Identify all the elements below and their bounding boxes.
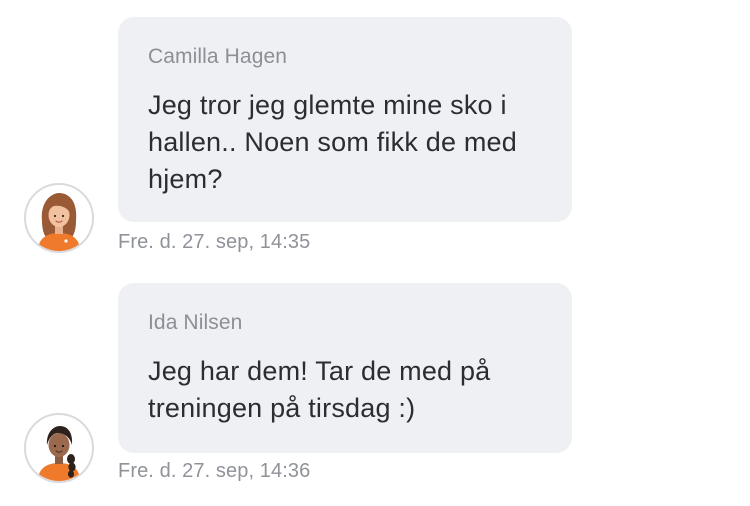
message-bubble[interactable]: Camilla Hagen Jeg tror jeg glemte mine s… (118, 17, 572, 222)
girl-brown-hair-avatar-icon (38, 193, 80, 251)
message-text: Jeg tror jeg glemte mine sko i hallen.. … (148, 90, 517, 194)
message-text: Jeg har dem! Tar de med på treningen på … (148, 356, 491, 423)
message-timestamp: Fre. d. 27. sep, 14:35 (118, 231, 311, 253)
avatar[interactable] (24, 413, 94, 483)
girl-dark-braid-avatar-icon (38, 426, 80, 481)
sender-name: Camilla Hagen (148, 45, 288, 68)
avatar[interactable] (24, 183, 94, 253)
sender-name: Ida Nilsen (148, 311, 243, 334)
message-timestamp: Fre. d. 27. sep, 14:36 (118, 460, 311, 482)
message-bubble[interactable]: Ida Nilsen Jeg har dem! Tar de med på tr… (118, 283, 572, 453)
